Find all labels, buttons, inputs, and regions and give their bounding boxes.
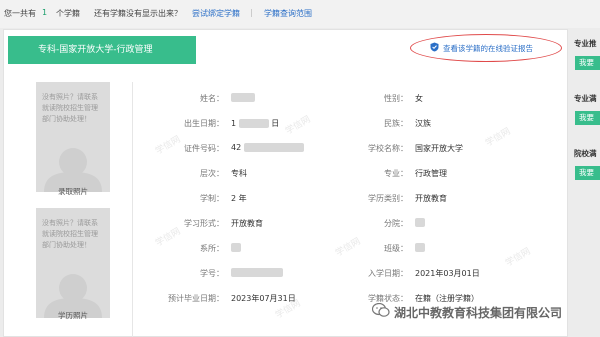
education-category-value: 开放教育 (415, 194, 447, 203)
admission-photo-caption: 录取照片 (58, 187, 88, 196)
bind-record-link[interactable]: 尝试绑定学籍 (192, 8, 240, 19)
verify-report-label: 查看该学籍的在线验证报告 (443, 43, 533, 53)
total-prefix: 您一共有 (4, 9, 36, 18)
birth-date-label: 出生日期： (184, 119, 224, 128)
verify-report-link[interactable]: 查看该学籍的在线验证报告 (430, 42, 533, 54)
branch-value-redacted (415, 218, 425, 227)
photo-missing-note: 没有照片？请联系就读院校招生管理部门协助处理！ (42, 219, 98, 249)
query-scope-link[interactable]: 学籍查询范围 (264, 8, 312, 19)
separator: | (250, 8, 253, 17)
record-title-banner: 专科-国家开放大学-行政管理 (8, 36, 196, 64)
study-length-label: 学制： (200, 194, 224, 203)
enrollment-date-label: 入学日期： (368, 269, 408, 278)
study-length-value: 2 年 (231, 194, 247, 203)
degree-photo-placeholder: 没有照片？请联系就读院校招生管理部门协助处理！ (36, 208, 110, 318)
major-satisfaction-button[interactable]: 我要 (575, 111, 600, 125)
watermark: 学信网 (484, 126, 513, 149)
study-form-value: 开放教育 (231, 219, 263, 228)
section-major-satisfaction: 专业满 (574, 94, 597, 103)
enrollment-date-value: 2021年03月01日 (415, 269, 480, 278)
birth-date-suffix: 日 (271, 119, 280, 128)
department-label: 系所： (200, 244, 224, 253)
id-number-label: 证件号码： (184, 144, 224, 153)
school-name-value: 国家开放大学 (415, 144, 463, 153)
student-record-card: 专科-国家开放大学-行政管理 查看该学籍的在线验证报告 没有照片？请联系就读院校… (3, 29, 568, 337)
avatar-silhouette-icon (44, 274, 102, 318)
column-divider (132, 82, 133, 337)
level-label: 层次： (200, 169, 224, 178)
section-school-satisfaction: 院校满 (574, 149, 597, 158)
expected-graduation-value: 2023年07月31日 (231, 294, 296, 303)
recommend-button[interactable]: 我要 (575, 56, 600, 70)
missing-question: 还有学籍没有显示出来？ (94, 9, 182, 18)
birth-date-prefix: 1 (231, 119, 237, 128)
shield-check-icon (430, 42, 443, 54)
id-number-value: 42 (231, 143, 304, 152)
id-number-prefix: 42 (231, 143, 242, 152)
wechat-watermark: 湖北中教教育科技集团有限公司 (371, 302, 563, 321)
class-label: 班级： (384, 244, 408, 253)
ethnicity-value: 汉族 (415, 119, 431, 128)
gender-value: 女 (415, 94, 423, 103)
student-number-label: 学号： (200, 269, 224, 278)
school-satisfaction-button[interactable]: 我要 (575, 166, 600, 180)
name-value-redacted (231, 93, 255, 102)
photo-missing-note: 没有照片？请联系就读院校招生管理部门协助处理！ (42, 93, 98, 123)
major-label: 专业： (384, 169, 408, 178)
level-value: 专科 (231, 169, 247, 178)
ethnicity-label: 民族： (384, 119, 408, 128)
branch-label: 分院： (384, 219, 408, 228)
gender-label: 性别： (384, 94, 408, 103)
watermark: 学信网 (504, 246, 533, 269)
total-count: 1 (42, 8, 48, 17)
study-form-label: 学习形式： (184, 219, 224, 228)
section-major-recommend: 专业推 (574, 39, 597, 48)
degree-photo-caption: 学历照片 (58, 311, 88, 320)
class-value-redacted (415, 243, 425, 252)
birth-date-value: 1 日 (231, 118, 279, 129)
name-label: 姓名： (200, 94, 224, 103)
wechat-account-name: 湖北中教教育科技集团有限公司 (394, 305, 563, 320)
student-number-value-redacted (231, 268, 283, 277)
education-category-label: 学历类别： (368, 194, 408, 203)
total-suffix: 个学籍 (56, 9, 80, 18)
top-bar: 您一共有 1 个学籍 还有学籍没有显示出来？ 尝试绑定学籍 | 学籍查询范围 (0, 0, 600, 28)
avatar-silhouette-icon (44, 148, 102, 192)
wechat-icon (371, 302, 394, 321)
department-value-redacted (231, 243, 241, 252)
school-name-label: 学校名称： (368, 144, 408, 153)
admission-photo-placeholder: 没有照片？请联系就读院校招生管理部门协助处理！ (36, 82, 110, 192)
major-value: 行政管理 (415, 169, 447, 178)
watermark: 学信网 (284, 114, 313, 137)
expected-graduation-label: 预计毕业日期： (168, 294, 224, 303)
